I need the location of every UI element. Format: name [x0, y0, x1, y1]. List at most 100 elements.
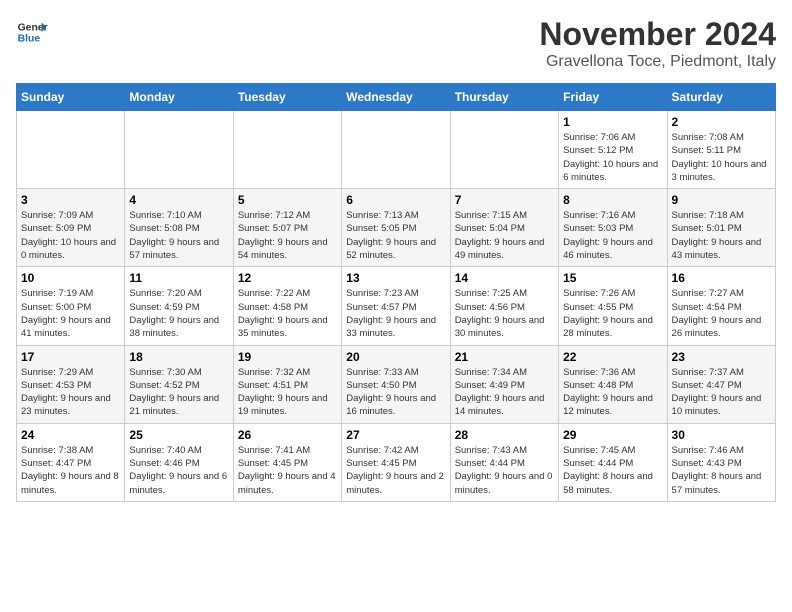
calendar-cell: 23Sunrise: 7:37 AM Sunset: 4:47 PM Dayli…	[667, 345, 775, 423]
calendar-cell: 11 Sunrise: 7:20 AM Sunset: 4:59 PM Dayli…	[125, 267, 233, 345]
day-info: Sunrise: 7:15 AM Sunset: 5:04 PM Dayligh…	[455, 209, 554, 262]
day-number: 4	[129, 193, 228, 207]
calendar-cell: 29 Sunrise: 7:45 AM Sunset: 4:44 PM Dayli…	[559, 423, 667, 501]
day-number: 24	[21, 428, 120, 442]
day-number: 15	[563, 271, 662, 285]
weekday-row: SundayMondayTuesdayWednesdayThursdayFrid…	[17, 84, 776, 111]
calendar-cell: 10 Sunrise: 7:19 AM Sunset: 5:00 PM Dayli…	[17, 267, 125, 345]
day-number: 14	[455, 271, 554, 285]
logo-icon: General Blue	[16, 16, 48, 48]
title-section: November 2024 Gravellona Toce, Piedmont,…	[539, 16, 776, 71]
day-info: Sunrise: 7:45 AM Sunset: 4:44 PM Dayligh…	[563, 444, 662, 497]
month-title: November 2024	[539, 16, 776, 53]
day-number: 6	[346, 193, 445, 207]
day-info: Sunrise: 7:25 AM Sunset: 4:56 PM Dayligh…	[455, 287, 554, 340]
calendar-cell: 21 Sunrise: 7:34 AM Sunset: 4:49 PM Dayli…	[450, 345, 558, 423]
day-number: 8	[563, 193, 662, 207]
calendar-cell: 27 Sunrise: 7:42 AM Sunset: 4:45 PM Dayli…	[342, 423, 450, 501]
day-number: 27	[346, 428, 445, 442]
day-info: Sunrise: 7:41 AM Sunset: 4:45 PM Dayligh…	[238, 444, 337, 497]
day-number: 17	[21, 350, 120, 364]
svg-text:Blue: Blue	[18, 34, 41, 45]
day-number: 12	[238, 271, 337, 285]
day-info: Sunrise: 7:38 AM Sunset: 4:47 PM Dayligh…	[21, 444, 120, 497]
day-number: 23	[672, 350, 771, 364]
day-info: Sunrise: 7:22 AM Sunset: 4:58 PM Dayligh…	[238, 287, 337, 340]
calendar-cell: 24 Sunrise: 7:38 AM Sunset: 4:47 PM Dayli…	[17, 423, 125, 501]
calendar-cell: 28 Sunrise: 7:43 AM Sunset: 4:44 PM Dayli…	[450, 423, 558, 501]
day-number: 2	[672, 115, 771, 129]
day-number: 10	[21, 271, 120, 285]
day-number: 1	[563, 115, 662, 129]
day-number: 26	[238, 428, 337, 442]
day-info: Sunrise: 7:30 AM Sunset: 4:52 PM Dayligh…	[129, 366, 228, 419]
day-number: 13	[346, 271, 445, 285]
calendar-cell: 13 Sunrise: 7:23 AM Sunset: 4:57 PM Dayli…	[342, 267, 450, 345]
calendar-cell: 2 Sunrise: 7:08 AM Sunset: 5:11 PM Daylig…	[667, 111, 775, 189]
day-number: 21	[455, 350, 554, 364]
day-number: 9	[672, 193, 771, 207]
day-number: 28	[455, 428, 554, 442]
weekday-header: Saturday	[667, 84, 775, 111]
day-info: Sunrise: 7:29 AM Sunset: 4:53 PM Dayligh…	[21, 366, 120, 419]
day-number: 25	[129, 428, 228, 442]
day-info: Sunrise: 7:23 AM Sunset: 4:57 PM Dayligh…	[346, 287, 445, 340]
calendar-cell: 4 Sunrise: 7:10 AM Sunset: 5:08 PM Daylig…	[125, 189, 233, 267]
calendar-table: SundayMondayTuesdayWednesdayThursdayFrid…	[16, 83, 776, 502]
day-number: 22	[563, 350, 662, 364]
day-info: Sunrise: 7:42 AM Sunset: 4:45 PM Dayligh…	[346, 444, 445, 497]
calendar-cell: 15 Sunrise: 7:26 AM Sunset: 4:55 PM Dayli…	[559, 267, 667, 345]
day-info: Sunrise: 7:26 AM Sunset: 4:55 PM Dayligh…	[563, 287, 662, 340]
weekday-header: Wednesday	[342, 84, 450, 111]
day-info: Sunrise: 7:13 AM Sunset: 5:05 PM Dayligh…	[346, 209, 445, 262]
day-info: Sunrise: 7:46 AM Sunset: 4:43 PM Dayligh…	[672, 444, 771, 497]
day-info: Sunrise: 7:20 AM Sunset: 4:59 PM Dayligh…	[129, 287, 228, 340]
calendar-header: SundayMondayTuesdayWednesdayThursdayFrid…	[17, 84, 776, 111]
calendar-week: 3Sunrise: 7:09 AM Sunset: 5:09 PM Daylig…	[17, 189, 776, 267]
calendar-cell: 6 Sunrise: 7:13 AM Sunset: 5:05 PM Daylig…	[342, 189, 450, 267]
day-info: Sunrise: 7:18 AM Sunset: 5:01 PM Dayligh…	[672, 209, 771, 262]
calendar-cell: 30 Sunrise: 7:46 AM Sunset: 4:43 PM Dayli…	[667, 423, 775, 501]
day-number: 7	[455, 193, 554, 207]
calendar-cell: 1 Sunrise: 7:06 AM Sunset: 5:12 PM Daylig…	[559, 111, 667, 189]
calendar-cell: 16Sunrise: 7:27 AM Sunset: 4:54 PM Dayli…	[667, 267, 775, 345]
calendar-cell: 7 Sunrise: 7:15 AM Sunset: 5:04 PM Daylig…	[450, 189, 558, 267]
day-info: Sunrise: 7:06 AM Sunset: 5:12 PM Dayligh…	[563, 131, 662, 184]
calendar-cell: 26 Sunrise: 7:41 AM Sunset: 4:45 PM Dayli…	[233, 423, 341, 501]
day-number: 18	[129, 350, 228, 364]
weekday-header: Tuesday	[233, 84, 341, 111]
day-info: Sunrise: 7:19 AM Sunset: 5:00 PM Dayligh…	[21, 287, 120, 340]
day-info: Sunrise: 7:16 AM Sunset: 5:03 PM Dayligh…	[563, 209, 662, 262]
day-number: 11	[129, 271, 228, 285]
day-number: 5	[238, 193, 337, 207]
day-info: Sunrise: 7:34 AM Sunset: 4:49 PM Dayligh…	[455, 366, 554, 419]
day-info: Sunrise: 7:36 AM Sunset: 4:48 PM Dayligh…	[563, 366, 662, 419]
logo: General Blue	[16, 16, 48, 48]
calendar-body: 1 Sunrise: 7:06 AM Sunset: 5:12 PM Daylig…	[17, 111, 776, 502]
day-info: Sunrise: 7:10 AM Sunset: 5:08 PM Dayligh…	[129, 209, 228, 262]
calendar-week: 10 Sunrise: 7:19 AM Sunset: 5:00 PM Dayli…	[17, 267, 776, 345]
calendar-cell	[17, 111, 125, 189]
calendar-cell: 5Sunrise: 7:12 AM Sunset: 5:07 PM Daylig…	[233, 189, 341, 267]
day-number: 19	[238, 350, 337, 364]
calendar-week: 24 Sunrise: 7:38 AM Sunset: 4:47 PM Dayli…	[17, 423, 776, 501]
calendar-cell: 3Sunrise: 7:09 AM Sunset: 5:09 PM Daylig…	[17, 189, 125, 267]
calendar-cell: 12 Sunrise: 7:22 AM Sunset: 4:58 PM Dayli…	[233, 267, 341, 345]
calendar-cell: 14 Sunrise: 7:25 AM Sunset: 4:56 PM Dayli…	[450, 267, 558, 345]
weekday-header: Friday	[559, 84, 667, 111]
day-number: 30	[672, 428, 771, 442]
calendar-cell	[233, 111, 341, 189]
calendar-cell: 17 Sunrise: 7:29 AM Sunset: 4:53 PM Dayli…	[17, 345, 125, 423]
calendar-cell	[125, 111, 233, 189]
weekday-header: Sunday	[17, 84, 125, 111]
weekday-header: Thursday	[450, 84, 558, 111]
day-info: Sunrise: 7:08 AM Sunset: 5:11 PM Dayligh…	[672, 131, 771, 184]
day-info: Sunrise: 7:43 AM Sunset: 4:44 PM Dayligh…	[455, 444, 554, 497]
calendar-cell: 19Sunrise: 7:32 AM Sunset: 4:51 PM Dayli…	[233, 345, 341, 423]
calendar-cell	[450, 111, 558, 189]
calendar-cell: 18 Sunrise: 7:30 AM Sunset: 4:52 PM Dayli…	[125, 345, 233, 423]
calendar-cell: 20Sunrise: 7:33 AM Sunset: 4:50 PM Dayli…	[342, 345, 450, 423]
page-header: General Blue November 2024 Gravellona To…	[16, 16, 776, 71]
day-number: 20	[346, 350, 445, 364]
day-number: 29	[563, 428, 662, 442]
